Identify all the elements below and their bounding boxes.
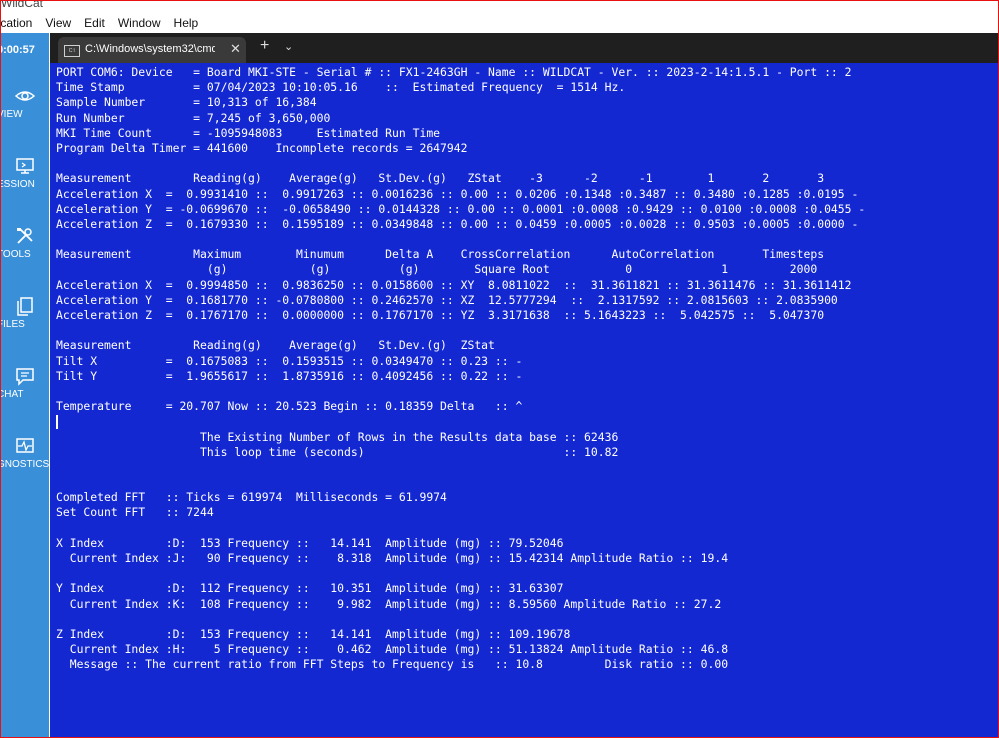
console-line: Measurement Reading(g) Average(g) St.Dev… bbox=[56, 338, 495, 353]
console-line: Acceleration X = 0.9994850 :: 0.9836250 … bbox=[56, 277, 852, 292]
console-line: Sample Number = 10,313 of 16,384 bbox=[56, 95, 317, 110]
new-tab-button[interactable]: + bbox=[260, 37, 269, 55]
terminal-tab[interactable]: C:\ C:\Windows\system32\cmd.e ✕ bbox=[58, 37, 246, 63]
console-line: Measurement Maximum Minumum Delta A Cros… bbox=[56, 247, 825, 262]
console-line: Acceleration Y = -0.0699670 :: -0.065849… bbox=[56, 201, 866, 216]
console-output[interactable]: PORT COM6: Device = Board MKI-STE - Seri… bbox=[56, 65, 994, 735]
console-line: Acceleration Z = 0.1679330 :: 0.1595189 … bbox=[56, 216, 859, 231]
tools-icon bbox=[17, 228, 33, 244]
console-line: Run Number = 7,245 of 3,650,000 bbox=[56, 110, 331, 125]
app-window: WildCat lication View Edit Window Help 0… bbox=[0, 0, 999, 738]
sidebar-item-label: VIEW bbox=[1, 109, 23, 120]
chat-icon bbox=[16, 368, 34, 386]
sidebar-item-session[interactable]: ESSION bbox=[1, 155, 49, 190]
menu-bar: lication View Edit Window Help bbox=[1, 13, 998, 33]
sidebar-item-diagnostics[interactable]: GNOSTICS bbox=[1, 435, 49, 470]
console-line: Set Count FFT :: 7244 bbox=[56, 505, 214, 520]
close-icon[interactable]: ✕ bbox=[230, 41, 241, 57]
console-line: Current Index :J: 90 Frequency :: 8.318 … bbox=[56, 551, 729, 565]
session-timer: 0:00:57 bbox=[0, 44, 35, 56]
sidebar-item-view[interactable]: VIEW bbox=[1, 85, 49, 120]
console-line: (g) (g) (g) Square Root 0 1 2000 bbox=[56, 262, 818, 277]
console-line: Acceleration Z = 0.1767170 :: 0.0000000 … bbox=[56, 308, 825, 322]
terminal-tab-bar: C:\ C:\Windows\system32\cmd.e ✕ + ⌄ bbox=[50, 33, 998, 63]
cmd-icon: C:\ bbox=[64, 45, 80, 57]
console-line: PORT COM6: Device = Board MKI-STE - Seri… bbox=[56, 65, 852, 79]
menu-application[interactable]: lication bbox=[1, 16, 32, 30]
console-line: Tilt X = 0.1675083 :: 0.1593515 :: 0.034… bbox=[56, 353, 523, 368]
console-line: X Index :D: 153 Frequency :: 14.141 Ampl… bbox=[56, 535, 564, 550]
sidebar-item-label: GNOSTICS bbox=[0, 459, 50, 470]
sidebar-item-label: FILES bbox=[1, 319, 25, 330]
chevron-down-icon[interactable]: ⌄ bbox=[284, 40, 293, 53]
sidebar-item-files[interactable]: FILES bbox=[1, 295, 49, 330]
console-line: The Existing Number of Rows in the Resul… bbox=[56, 429, 619, 444]
sidebar-item-label: CHAT bbox=[1, 389, 24, 400]
console-line: Y Index :D: 112 Frequency :: 10.351 Ampl… bbox=[56, 581, 564, 596]
menu-help[interactable]: Help bbox=[174, 16, 199, 30]
eye-icon bbox=[14, 91, 36, 101]
files-icon bbox=[17, 297, 33, 316]
sidebar-item-label: TOOLS bbox=[0, 249, 31, 260]
console-line: Temperature = 20.707 Now :: 20.523 Begin… bbox=[56, 399, 523, 414]
console-line: Time Stamp = 07/04/2023 10:10:05.16 :: E… bbox=[56, 80, 626, 95]
console-line: This loop time (seconds) :: 10.82 bbox=[56, 444, 619, 459]
console-line: Acceleration X = 0.9931410 :: 0.9917263 … bbox=[56, 186, 859, 201]
session-icon bbox=[16, 158, 34, 174]
console-line: Z Index :D: 153 Frequency :: 14.141 Ampl… bbox=[56, 626, 571, 641]
menu-view[interactable]: View bbox=[45, 16, 71, 30]
sidebar: 0:00:57 VIEW ESSION TOOLS bbox=[0, 33, 49, 737]
menu-window[interactable]: Window bbox=[118, 16, 161, 30]
sidebar-item-label: ESSION bbox=[0, 179, 35, 190]
terminal-window[interactable]: C:\ C:\Windows\system32\cmd.e ✕ + ⌄ PORT… bbox=[50, 33, 998, 737]
console-line: Acceleration Y = 0.1681770 :: -0.0780800… bbox=[56, 292, 838, 307]
console-line: Tilt Y = 1.9655617 :: 1.8735916 :: 0.409… bbox=[56, 368, 523, 383]
console-line: Current Index :K: 108 Frequency :: 9.982… bbox=[56, 596, 722, 611]
console-line: Program Delta Timer = 441600 Incomplete … bbox=[56, 140, 468, 155]
tab-title: C:\Windows\system32\cmd.e bbox=[85, 43, 215, 55]
console-line: Measurement Reading(g) Average(g) St.Dev… bbox=[56, 171, 825, 186]
app-title: WildCat bbox=[1, 0, 44, 10]
menu-edit[interactable]: Edit bbox=[84, 16, 105, 30]
console-line: MKI Time Count = -1095948083 Estimated R… bbox=[56, 125, 441, 140]
text-cursor bbox=[56, 414, 58, 429]
console-line: Current Index :H: 5 Frequency :: 0.462 A… bbox=[56, 642, 729, 657]
sidebar-item-tools[interactable]: TOOLS bbox=[1, 225, 49, 260]
console-line: Message :: The current ratio from FFT St… bbox=[56, 657, 729, 672]
diagnostics-icon bbox=[16, 438, 34, 453]
sidebar-item-chat[interactable]: CHAT bbox=[1, 365, 49, 400]
console-line: Completed FFT :: Ticks = 619974 Millisec… bbox=[56, 490, 447, 505]
